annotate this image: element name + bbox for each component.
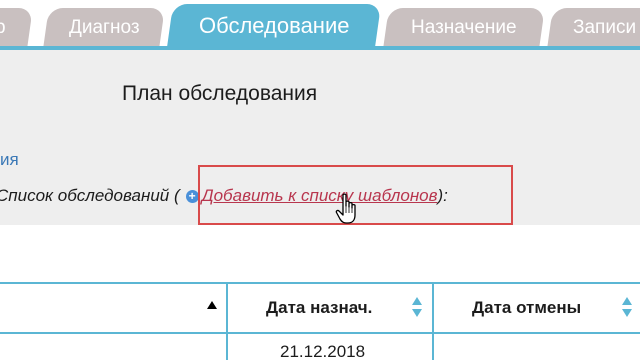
tab-diagnosis[interactable]: Диагноз <box>43 8 165 48</box>
examination-list-label: Список обследований ( <box>0 186 180 205</box>
column-header-name[interactable] <box>0 284 226 332</box>
examination-table: Дата назнач. Дата отмены 21.12.2018 <box>0 225 640 360</box>
table-cell-date-assigned: 21.12.2018 <box>280 342 366 360</box>
tab-label: р <box>0 17 6 38</box>
tab-label: Назначение <box>411 17 517 38</box>
tab-label: Диагноз <box>68 17 140 38</box>
partial-link[interactable]: ия <box>0 150 19 170</box>
tab-prescription[interactable]: Назначение <box>383 8 545 48</box>
table-header: Дата назнач. Дата отмены <box>0 282 640 334</box>
tab-examination[interactable]: Обследование <box>166 4 382 48</box>
plus-circle-icon: + <box>185 190 199 203</box>
column-header-label: Дата назнач. <box>266 298 373 317</box>
add-to-templates[interactable]: + Добавить к списку шаблонов <box>180 186 438 206</box>
column-header-date-cancelled[interactable]: Дата отмены <box>472 284 581 332</box>
examination-list-suffix: ): <box>437 186 448 205</box>
page-title: План обследования <box>122 82 318 105</box>
sort-asc-icon[interactable] <box>206 298 218 320</box>
tab-partial[interactable]: р <box>0 8 33 48</box>
examination-list-line: Список обследований (+ Добавить к списку … <box>0 186 448 206</box>
add-to-templates-link[interactable]: Добавить к списку шаблонов <box>202 186 438 205</box>
sort-both-icon[interactable] <box>621 296 633 318</box>
column-divider <box>432 282 434 360</box>
tab-bar: р Диагноз Обследование Назначение Записи <box>0 0 640 50</box>
tab-records[interactable]: Записи <box>547 8 640 48</box>
sort-both-icon[interactable] <box>411 296 423 318</box>
column-header-label: Дата отмены <box>472 298 582 317</box>
tab-label: Обследование <box>198 13 350 38</box>
app-window: р Диагноз Обследование Назначение Записи… <box>0 0 640 360</box>
tab-label: Записи <box>573 17 637 38</box>
column-divider <box>226 282 228 360</box>
column-header-date-assigned[interactable]: Дата назнач. <box>266 284 372 332</box>
